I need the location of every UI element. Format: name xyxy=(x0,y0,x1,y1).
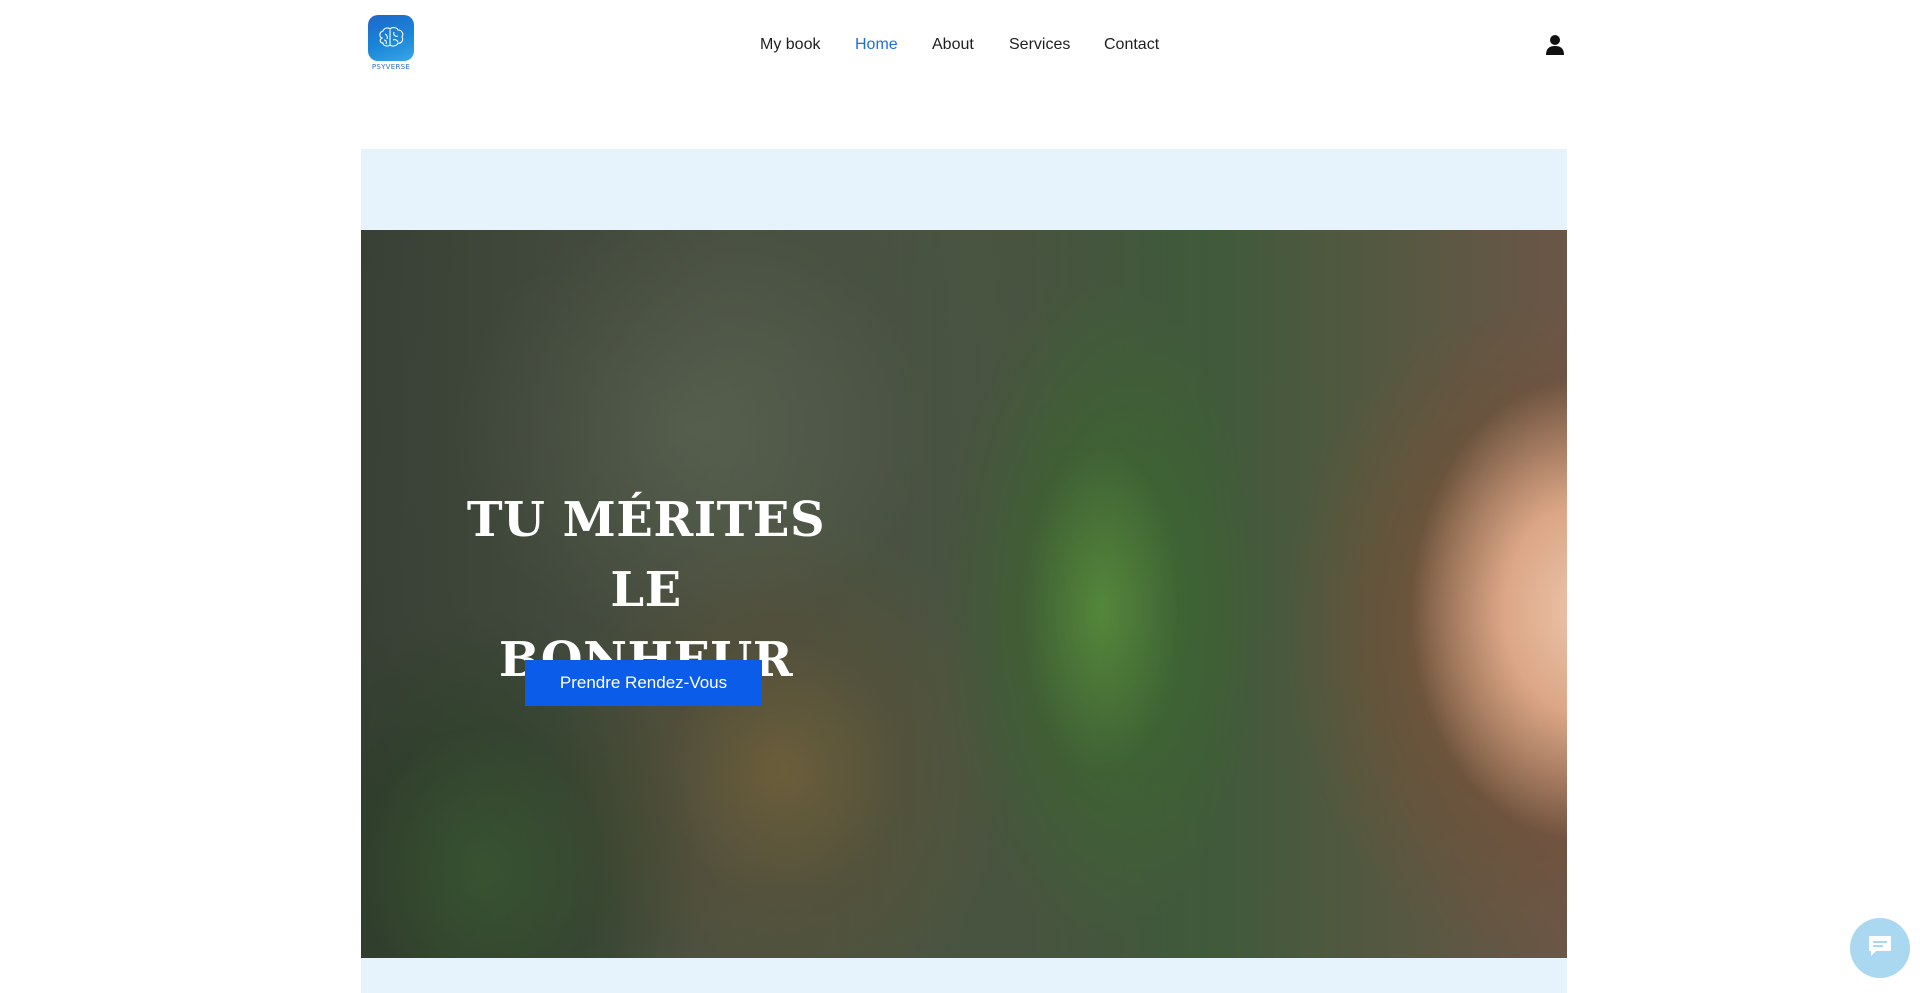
chat-icon xyxy=(1866,933,1894,964)
hero-title-line-1: TU MÉRITES LE xyxy=(466,492,826,618)
book-appointment-button[interactable]: Prendre Rendez-Vous xyxy=(525,660,762,706)
nav-item-services[interactable]: Services xyxy=(1009,34,1070,56)
logo-wordmark: PSYVERSE xyxy=(371,63,411,71)
chat-button[interactable] xyxy=(1850,918,1910,978)
nav-item-contact[interactable]: Contact xyxy=(1104,34,1159,56)
main-nav: My book Home About Services Contact xyxy=(0,34,1920,58)
user-icon[interactable] xyxy=(1545,34,1565,56)
nav-item-about[interactable]: About xyxy=(932,34,974,56)
hero-banner: TU MÉRITES LE BONHEUR Prendre Rendez-Vou… xyxy=(361,230,1567,958)
site-header: PSYVERSE My book Home About Services Con… xyxy=(0,0,1920,90)
nav-item-my-book[interactable]: My book xyxy=(760,34,820,56)
nav-item-home[interactable]: Home xyxy=(855,34,898,56)
